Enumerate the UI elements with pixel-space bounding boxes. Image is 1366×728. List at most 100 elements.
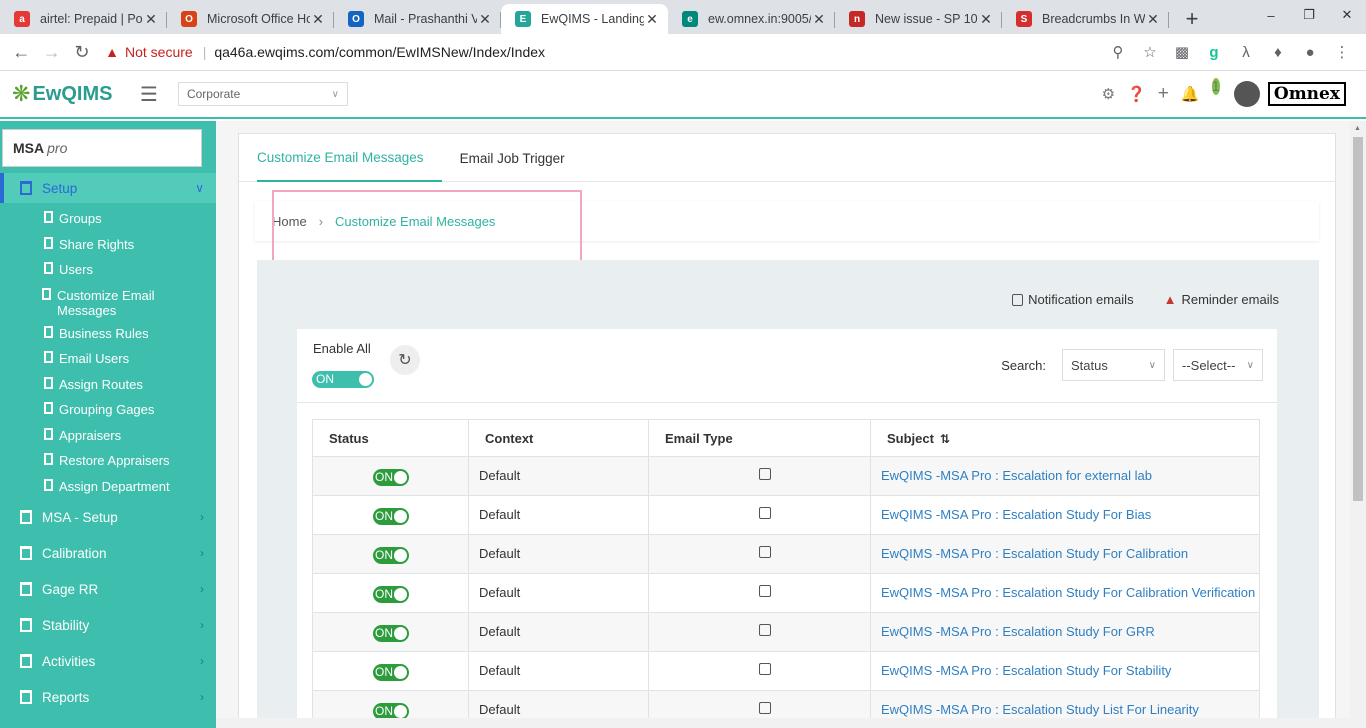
reload-icon[interactable]: ↻ bbox=[67, 36, 97, 68]
status-toggle[interactable]: ON bbox=[373, 586, 409, 603]
tab-customize-email-messages[interactable]: Customize Email Messages bbox=[257, 134, 442, 182]
enable-all-label: Enable All bbox=[313, 341, 371, 356]
status-toggle[interactable]: ON bbox=[373, 469, 409, 486]
sidebar-subitem[interactable]: Business Rules bbox=[0, 321, 216, 347]
vertical-scrollbar[interactable]: ▲ bbox=[1350, 121, 1366, 718]
sidebar-item[interactable]: Reports › bbox=[0, 679, 216, 715]
status-toggle[interactable]: ON bbox=[373, 664, 409, 681]
search-field-select[interactable]: Status ∨ bbox=[1062, 349, 1165, 381]
sidebar-subitem[interactable]: Appraisers bbox=[0, 423, 216, 449]
browser-tab[interactable]: E EwQIMS - Landing ✕ bbox=[501, 4, 668, 34]
subject-link[interactable]: EwQIMS -MSA Pro : Escalation Study List … bbox=[881, 702, 1199, 717]
tab-close-icon[interactable]: ✕ bbox=[143, 11, 159, 28]
sidebar-subitem[interactable]: Email Users bbox=[0, 346, 216, 372]
subject-cell: EwQIMS -MSA Pro : Escalation Study For C… bbox=[870, 573, 1260, 613]
sidebar-item-setup[interactable]: Setup ∨ bbox=[0, 173, 216, 203]
sidebar-item[interactable]: Calibration › bbox=[0, 535, 216, 571]
subject-cell: EwQIMS -MSA Pro : Escalation Study List … bbox=[870, 690, 1260, 718]
tab-close-icon[interactable]: ✕ bbox=[1145, 11, 1161, 28]
subject-link[interactable]: EwQIMS -MSA Pro : Escalation Study For G… bbox=[881, 624, 1155, 639]
subject-cell: EwQIMS -MSA Pro : Escalation Study For C… bbox=[870, 534, 1260, 574]
browser-menu-icon[interactable]: ⋮ bbox=[1326, 43, 1358, 61]
browser-tab[interactable]: a airtel: Prepaid | Pos ✕ bbox=[0, 4, 167, 34]
user-avatar[interactable] bbox=[1233, 81, 1260, 107]
status-toggle[interactable]: ON bbox=[373, 547, 409, 564]
tab-email-job-trigger[interactable]: Email Job Trigger bbox=[460, 134, 583, 182]
horizontal-scrollbar[interactable] bbox=[216, 718, 1366, 728]
status-toggle[interactable]: ON bbox=[373, 625, 409, 642]
tab-close-icon[interactable]: ✕ bbox=[310, 11, 326, 28]
add-icon[interactable]: + bbox=[1158, 83, 1169, 105]
url-field[interactable]: ▲ Not secure | qa46a.ewqims.com/common/E… bbox=[105, 37, 1102, 67]
enable-all-toggle[interactable]: ON bbox=[312, 371, 374, 388]
sidebar-subitem[interactable]: Groups bbox=[0, 206, 216, 232]
tab-label: airtel: Prepaid | Pos bbox=[40, 12, 143, 26]
browser-tab[interactable]: O Microsoft Office Ho ✕ bbox=[167, 4, 334, 34]
sidebar-subitem-label: Assign Department bbox=[59, 478, 170, 494]
ewqims-logo[interactable]: ❋ EwQIMS bbox=[12, 81, 122, 107]
tab-close-icon[interactable]: ✕ bbox=[644, 11, 660, 28]
subject-link[interactable]: EwQIMS -MSA Pro : Escalation Study For B… bbox=[881, 507, 1151, 522]
subject-link[interactable]: EwQIMS -MSA Pro : Escalation for externa… bbox=[881, 468, 1152, 483]
browser-tab[interactable]: n New issue - SP 10.5 ✕ bbox=[835, 4, 1002, 34]
sidebar-subitem[interactable]: Users bbox=[0, 257, 216, 283]
restore-icon[interactable]: ❐ bbox=[1290, 0, 1328, 30]
tab-favicon-icon: O bbox=[181, 11, 197, 27]
tab-close-icon[interactable]: ✕ bbox=[811, 11, 827, 28]
subject-link[interactable]: EwQIMS -MSA Pro : Escalation Study For C… bbox=[881, 546, 1188, 561]
profile-icon[interactable]: ● bbox=[1294, 44, 1326, 61]
notification-email-icon bbox=[1012, 293, 1024, 306]
forward-icon[interactable]: → bbox=[36, 36, 66, 68]
settings-gear-icon[interactable]: ⚙ bbox=[1102, 85, 1115, 103]
acrobat-extension-icon[interactable]: λ bbox=[1230, 44, 1262, 61]
sidebar-item[interactable]: Stability › bbox=[0, 607, 216, 643]
refresh-icon[interactable]: ↻ bbox=[390, 345, 420, 375]
bookmark-star-icon[interactable]: ☆ bbox=[1134, 43, 1166, 61]
new-tab-button[interactable]: + bbox=[1177, 4, 1207, 34]
status-toggle[interactable]: ON bbox=[373, 703, 409, 718]
help-icon[interactable]: ❓ bbox=[1127, 85, 1146, 103]
status-toggle[interactable]: ON bbox=[373, 508, 409, 525]
sidebar-subitem-label: Groups bbox=[59, 211, 102, 226]
browser-tab[interactable]: e ew.omnex.in:9005/✕ bbox=[668, 4, 835, 34]
subject-link[interactable]: EwQIMS -MSA Pro : Escalation Study For C… bbox=[881, 585, 1255, 600]
chevron-down-icon: ∨ bbox=[331, 88, 339, 100]
hamburger-menu-icon[interactable]: ☰ bbox=[140, 82, 158, 107]
close-window-icon[interactable]: ✕ bbox=[1328, 0, 1366, 30]
notification-bell-icon[interactable]: 🔔 1 bbox=[1181, 78, 1220, 103]
email-type-cell bbox=[648, 456, 871, 496]
col-email-type[interactable]: Email Type bbox=[648, 419, 871, 457]
subject-link[interactable]: EwQIMS -MSA Pro : Escalation Study For S… bbox=[881, 663, 1171, 678]
sidebar-subitem[interactable]: Restore Appraisers bbox=[0, 448, 216, 474]
sidebar-subitem[interactable]: Assign Routes bbox=[0, 372, 216, 398]
grammarly-extension-icon[interactable]: g bbox=[1198, 44, 1230, 61]
sidebar-subitem[interactable]: Share Rights bbox=[0, 232, 216, 258]
corporate-select[interactable]: Corporate ∨ bbox=[177, 82, 348, 106]
zoom-icon[interactable]: ⚲ bbox=[1102, 43, 1134, 61]
building-icon bbox=[20, 582, 32, 596]
sidebar-subitem[interactable]: Customize Email Messages bbox=[0, 283, 216, 321]
sort-icon[interactable]: ⇅ bbox=[940, 432, 950, 446]
extensions-puzzle-icon[interactable]: ♦ bbox=[1262, 44, 1294, 61]
sidebar-subitem[interactable]: Grouping Gages bbox=[0, 397, 216, 423]
sidebar-item[interactable]: Activities › bbox=[0, 643, 216, 679]
sidebar-subitem-label: Business Rules bbox=[59, 325, 149, 341]
tab-close-icon[interactable]: ✕ bbox=[978, 11, 994, 28]
sidebar-item[interactable]: Gage RR › bbox=[0, 571, 216, 607]
col-subject[interactable]: Subject ⇅ bbox=[870, 419, 1260, 457]
browser-tab[interactable]: S Breadcrumbs In We ✕ bbox=[1002, 4, 1169, 34]
sidebar-subitem[interactable]: Assign Department bbox=[0, 474, 216, 500]
col-context[interactable]: Context bbox=[468, 419, 649, 457]
tab-close-icon[interactable]: ✕ bbox=[477, 11, 493, 28]
search-value-text: --Select-- bbox=[1182, 357, 1236, 373]
col-status[interactable]: Status bbox=[312, 419, 469, 457]
search-value-select[interactable]: --Select-- ∨ bbox=[1173, 349, 1263, 381]
back-icon[interactable]: ← bbox=[6, 36, 36, 68]
sidebar-item[interactable]: MSA - Setup › bbox=[0, 499, 216, 535]
browser-tab[interactable]: O Mail - Prashanthi V ✕ bbox=[334, 4, 501, 34]
minimize-icon[interactable]: – bbox=[1252, 0, 1290, 30]
scroll-up-icon[interactable]: ▲ bbox=[1354, 125, 1361, 132]
selenium-extension-icon[interactable]: ▩ bbox=[1166, 43, 1198, 61]
building-icon bbox=[44, 402, 53, 414]
scrollbar-thumb[interactable] bbox=[1353, 137, 1363, 501]
